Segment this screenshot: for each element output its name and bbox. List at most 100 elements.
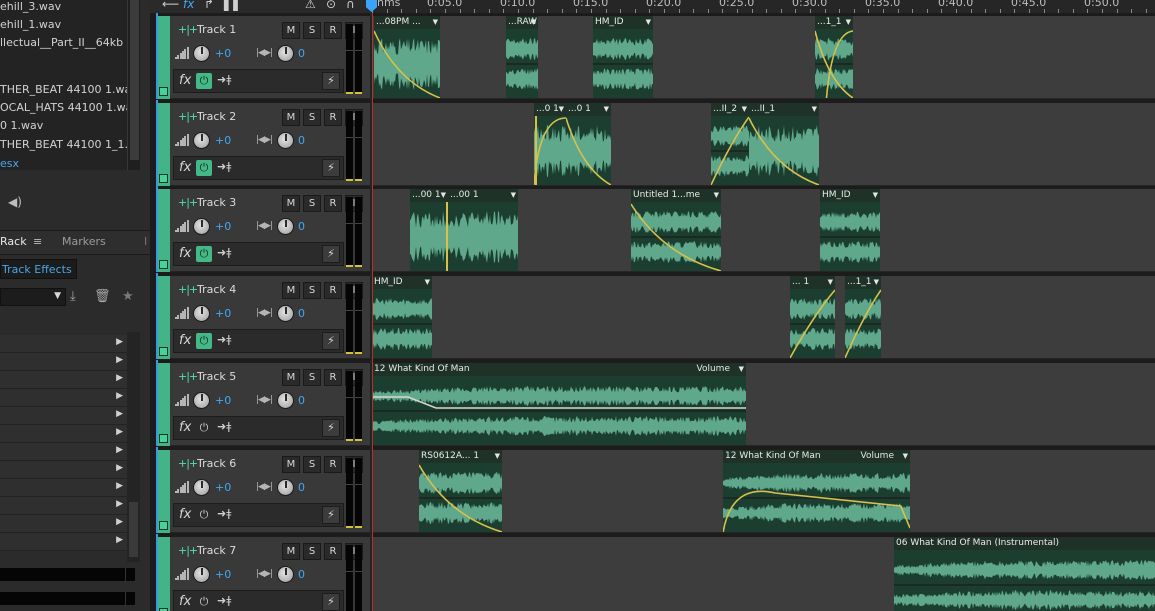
favorite-star-icon[interactable]: ★ [122, 289, 134, 304]
pan-knob[interactable] [277, 566, 294, 583]
pan-value[interactable]: 0 [298, 220, 305, 233]
fx-icon[interactable]: fx [179, 594, 191, 609]
tab-effects-rack[interactable]: Rack [0, 235, 27, 248]
pre-post-fader-icon[interactable]: ➜ǂ [217, 160, 231, 173]
audio-clip[interactable]: ...1_1 ▼ [845, 276, 881, 358]
clip-menu-chevron-icon[interactable]: ▼ [433, 18, 438, 26]
effect-slot[interactable]: ▶ [0, 533, 127, 551]
fx-power-icon[interactable]: ⏻ [196, 507, 212, 523]
fx-header-icon[interactable]: fx [183, 0, 194, 11]
file-item[interactable]: 0 1.wav [0, 117, 127, 135]
clip-parameter-label[interactable]: Volume [697, 363, 730, 376]
file-item[interactable]: llectual__Part_II__64kb 4 [0, 34, 127, 52]
audio-clip[interactable]: HM_ID ▼ [593, 16, 653, 98]
chevron-right-icon[interactable]: ▶ [116, 427, 123, 437]
solo-button[interactable]: S [303, 109, 321, 126]
fx-power-icon[interactable]: ⏻ [196, 246, 212, 262]
track-lane[interactable]: 06 What Kind Of Man (Instrumental)▼ [372, 537, 1155, 611]
track-color-strip[interactable] [158, 537, 170, 611]
clip-menu-chevron-icon[interactable]: ▼ [742, 105, 747, 113]
audio-clip[interactable]: HM_ID ▼ [372, 276, 432, 358]
tab-markers[interactable]: Markers [62, 235, 106, 248]
track-color-strip[interactable] [158, 103, 170, 186]
lightning-icon[interactable]: ⚡ [322, 332, 340, 350]
track-name[interactable]: Track 2 [197, 110, 236, 123]
volume-knob[interactable] [193, 305, 210, 322]
audio-clip[interactable]: ...II_1 ▼ [749, 103, 819, 185]
clip-menu-chevron-icon[interactable]: ▼ [828, 278, 833, 286]
fx-icon[interactable]: fx [179, 420, 191, 435]
file-list-scrollbar[interactable] [127, 0, 140, 170]
pan-value[interactable]: 0 [298, 481, 305, 494]
pan-value[interactable]: 0 [298, 134, 305, 147]
record-button[interactable]: R [324, 456, 342, 473]
effect-slots-scrollbar[interactable] [127, 332, 140, 562]
chevron-right-icon[interactable]: ▶ [116, 499, 123, 509]
track-name[interactable]: Track 3 [197, 196, 236, 209]
solo-button[interactable]: S [303, 543, 321, 560]
audio-clip[interactable]: ...00 1 ▼ [448, 189, 518, 271]
fx-icon[interactable]: fx [179, 507, 191, 522]
track-color-strip[interactable] [158, 363, 170, 446]
fx-power-icon[interactable]: ⏻ [196, 73, 212, 89]
solo-button[interactable]: S [303, 22, 321, 39]
scroll-thumb[interactable] [130, 0, 139, 160]
save-preset-icon[interactable]: ⤓ [70, 289, 76, 304]
track-select-checkbox[interactable] [159, 174, 168, 183]
chevron-right-icon[interactable]: ▶ [116, 391, 123, 401]
lightning-icon[interactable]: ⚡ [322, 593, 340, 611]
solo-button[interactable]: S [303, 282, 321, 299]
pan-value[interactable]: 0 [298, 568, 305, 581]
track-lane[interactable]: ...0 1 ▼ ...0 1 ▼ ...II_2 ▼ ...II_1 ▼ [372, 103, 1155, 186]
mute-button[interactable]: M [282, 282, 300, 299]
volume-knob[interactable] [193, 132, 210, 149]
chevron-right-icon[interactable]: ▶ [116, 337, 123, 347]
volume-value[interactable]: +0 [215, 394, 231, 407]
chevron-right-icon[interactable]: ▶ [116, 409, 123, 419]
volume-knob[interactable] [193, 45, 210, 62]
chevron-right-icon[interactable]: ▶ [116, 517, 123, 527]
pre-post-fader-icon[interactable]: ➜ǂ [217, 594, 231, 607]
file-item[interactable]: ehill_1.wav [0, 16, 127, 34]
file-item-active[interactable]: esx [0, 155, 127, 173]
chevron-right-icon[interactable]: ▶ [116, 445, 123, 455]
clip-parameter-label[interactable]: Volume [861, 450, 894, 463]
record-button[interactable]: R [324, 195, 342, 212]
chevron-right-icon[interactable]: ▶ [116, 535, 123, 545]
clip-title[interactable]: HM_ID [372, 276, 432, 289]
track-effects-tab[interactable]: Track Effects [0, 259, 77, 279]
clip-menu-chevron-icon[interactable]: ▼ [874, 278, 879, 286]
volume-value[interactable]: +0 [215, 568, 231, 581]
track-select-checkbox[interactable] [159, 87, 168, 96]
pre-post-fader-icon[interactable]: ➜ǂ [217, 73, 231, 86]
audio-clip[interactable]: ...08PM ... ▼ [374, 16, 440, 98]
track-name[interactable]: Track 1 [197, 23, 236, 36]
effect-slot[interactable]: ▶ [0, 515, 127, 533]
timeline-ruler[interactable]: hms 0:05.0 0:10.0 0:15.0 0:20.0 0:25.0 0:30.0 0… [372, 0, 1155, 13]
track-name[interactable]: Track 6 [197, 457, 236, 470]
effect-slot[interactable]: ▶ [0, 389, 127, 407]
track-select-checkbox[interactable] [159, 260, 168, 269]
clip-menu-chevron-icon[interactable]: ▼ [425, 278, 430, 286]
headphones-icon[interactable]: ∩ [346, 0, 355, 11]
clip-menu-chevron-icon[interactable]: ▼ [714, 191, 719, 199]
fx-icon[interactable]: fx [179, 246, 191, 261]
effect-slot[interactable]: ▶ [0, 353, 127, 371]
clip-menu-chevron-icon[interactable]: ▼ [511, 191, 516, 199]
track-select-checkbox[interactable] [159, 521, 168, 530]
fx-power-icon[interactable]: ⏻ [196, 420, 212, 436]
pan-knob[interactable] [277, 45, 294, 62]
track-name[interactable]: Track 7 [197, 544, 236, 557]
delete-preset-icon[interactable]: 🗑 [94, 289, 111, 304]
clip-title[interactable]: HM_ID [593, 16, 653, 29]
clip-menu-chevron-icon[interactable]: ▼ [903, 452, 908, 460]
clip-menu-chevron-icon[interactable]: ▼ [646, 18, 651, 26]
fx-icon[interactable]: fx [179, 333, 191, 348]
track-lane[interactable]: HM_ID ▼... 1 ▼ ...1_1 ▼ [372, 276, 1155, 359]
audio-clip[interactable]: ... 1 ▼ [790, 276, 835, 358]
clip-menu-chevron-icon[interactable]: ▼ [739, 365, 744, 373]
arrow-left-icon[interactable]: ⟵ [162, 0, 179, 11]
audio-clip[interactable]: RS0612A... 1 ▼ [419, 450, 502, 532]
record-button[interactable]: R [324, 22, 342, 39]
lightning-icon[interactable]: ⚡ [322, 245, 340, 263]
